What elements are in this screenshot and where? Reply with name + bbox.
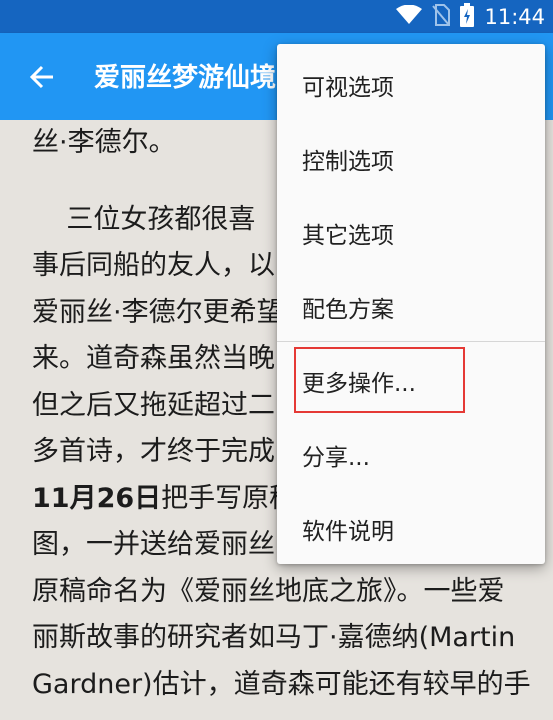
status-bar: 11:44	[0, 0, 553, 33]
no-sim-icon	[432, 3, 451, 30]
menu-item-control-options[interactable]: 控制选项	[277, 122, 545, 196]
battery-charging-icon	[460, 2, 475, 31]
overflow-menu: 可视选项 控制选项 其它选项 配色方案 更多操作... 分享... 软件说明	[277, 44, 545, 564]
text-line: Gardner)估计，道奇森可能还有较早的手	[32, 669, 531, 700]
wifi-icon	[396, 4, 423, 29]
text-line: 丽斯故事的研究者如马丁·嘉德纳(Martin	[32, 622, 516, 653]
arrow-back-icon	[29, 65, 55, 93]
bold-date: 11月26日	[32, 483, 162, 514]
menu-item-about[interactable]: 软件说明	[277, 492, 545, 566]
back-button[interactable]	[22, 59, 62, 99]
highlight-annotation	[294, 347, 465, 413]
text-line: 原稿命名为《爱丽丝地底之旅》。一些爱	[32, 576, 505, 607]
book-title: 爱丽丝梦游仙境	[94, 63, 277, 93]
menu-item-other-options[interactable]: 其它选项	[277, 196, 545, 270]
menu-divider	[277, 341, 545, 342]
text-fragment: 把手写原稿	[161, 483, 297, 514]
menu-item-share[interactable]: 分享...	[277, 418, 545, 492]
menu-item-visual-options[interactable]: 可视选项	[277, 48, 545, 122]
status-time: 11:44	[484, 4, 545, 29]
status-icons: 11:44	[396, 0, 545, 33]
menu-item-color-scheme[interactable]: 配色方案	[277, 270, 545, 344]
